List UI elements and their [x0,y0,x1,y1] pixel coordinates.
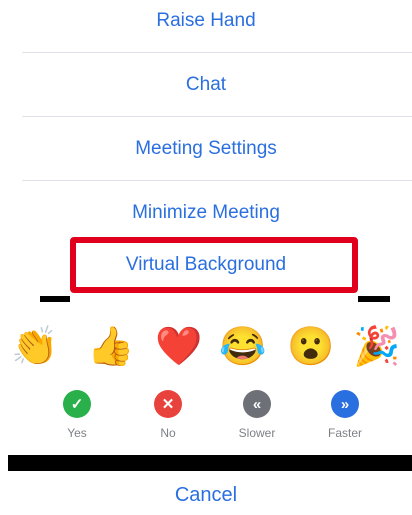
slower-label: Slower [238,426,276,440]
chat-label: Chat [185,74,227,95]
divider [22,116,412,117]
no-label: No [160,426,176,440]
party-icon[interactable]: 🎉 [353,324,400,370]
separator-bar-left [40,296,70,302]
raise-hand-label: Raise Hand [156,10,256,31]
highlight-box [70,237,358,293]
minimize-meeting-button[interactable]: Minimize Meeting [0,182,412,244]
cancel-label: Cancel [174,483,238,506]
open-mouth-icon[interactable]: 😮 [287,324,334,370]
divider [22,52,412,53]
clap-icon[interactable]: 👏 [11,324,58,370]
yes-button[interactable]: ✓ Yes [42,390,112,450]
separator-bar-right [358,296,390,302]
slower-button[interactable]: « Slower [222,390,292,450]
cancel-button[interactable]: Cancel [0,475,412,515]
separator-bar-bottom [8,455,412,471]
faster-button[interactable]: » Faster [310,390,380,450]
heart-icon[interactable]: ❤️ [155,324,202,370]
meeting-settings-button[interactable]: Meeting Settings [0,118,412,180]
status-row: ✓ Yes ✕ No « Slower » Faster [0,390,412,450]
no-button[interactable]: ✕ No [133,390,203,450]
fast-forward-icon: » [331,390,359,418]
joy-icon[interactable]: 😂 [219,324,266,370]
close-icon: ✕ [154,390,182,418]
raise-hand-button[interactable]: Raise Hand [0,0,412,52]
chat-button[interactable]: Chat [0,54,412,116]
minimize-meeting-label: Minimize Meeting [132,202,280,223]
rewind-icon: « [243,390,271,418]
thumbs-up-icon[interactable]: 👍 [87,324,134,370]
check-icon: ✓ [63,390,91,418]
meeting-settings-label: Meeting Settings [135,138,277,159]
reactions-row: 👏 👍 ❤️ 😂 😮 🎉 [0,308,412,388]
divider [22,180,412,181]
yes-label: Yes [67,426,87,440]
faster-label: Faster [327,426,362,440]
